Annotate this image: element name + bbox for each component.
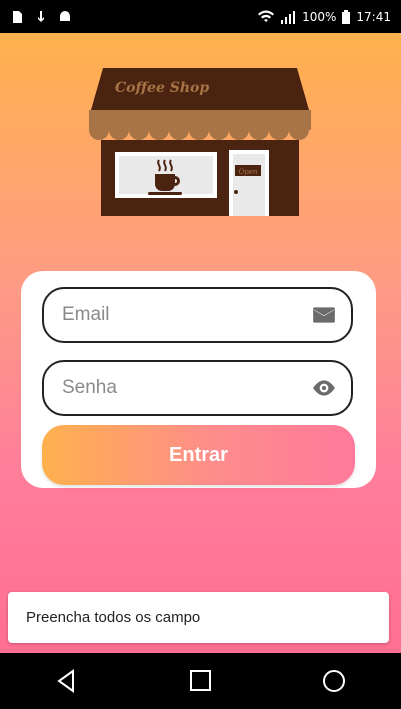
android-debug-icon [60, 10, 70, 21]
status-bar: 100% 17:41 [0, 0, 401, 33]
navigation-bar [0, 653, 401, 709]
coffee-shop-logo: Coffee Shop Open [89, 68, 311, 216]
sd-card-icon [13, 10, 22, 23]
shop-sign-text: Coffee Shop [115, 80, 209, 96]
password-field-container[interactable] [42, 360, 353, 416]
login-card: Entrar [21, 271, 376, 488]
email-field-container[interactable] [42, 287, 353, 343]
envelope-icon [313, 307, 335, 323]
recents-icon[interactable] [321, 668, 347, 694]
password-input[interactable] [60, 361, 311, 415]
toast-message: Preencha todos os campo [8, 592, 389, 643]
wifi-icon [258, 10, 275, 22]
clock: 17:41 [356, 9, 391, 24]
door-sign-text: Open [239, 168, 258, 176]
login-button[interactable]: Entrar [42, 425, 355, 485]
toast-text: Preencha todos os campo [26, 609, 201, 626]
usb-icon [38, 10, 44, 22]
signal-icon [281, 10, 296, 24]
battery-percent: 100% [302, 9, 337, 24]
back-icon[interactable] [54, 668, 80, 694]
eye-icon[interactable] [311, 375, 337, 401]
home-icon[interactable] [187, 668, 213, 694]
battery-icon [342, 9, 351, 24]
login-screen: Coffee Shop Open Email Entrar Preencha t… [0, 33, 401, 653]
email-input[interactable] [60, 288, 311, 342]
